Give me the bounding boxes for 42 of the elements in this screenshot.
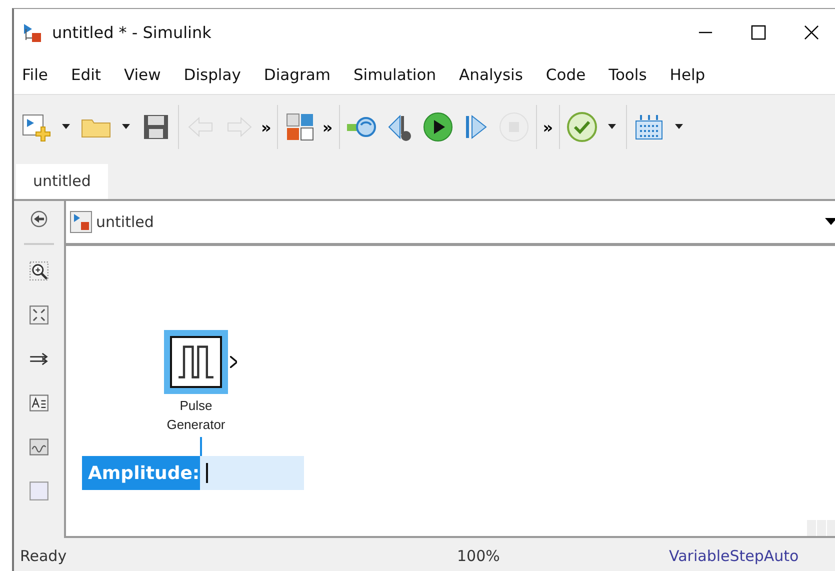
menu-item[interactable]: Analysis <box>459 66 523 84</box>
caret-icon[interactable] <box>62 124 70 130</box>
output-port-icon <box>230 356 237 368</box>
menu-item[interactable]: File <box>22 66 48 84</box>
annotation-icon[interactable] <box>29 393 49 413</box>
check-icon[interactable] <box>566 111 598 143</box>
caret-icon[interactable] <box>675 124 684 130</box>
parameter-input[interactable] <box>200 456 304 490</box>
menu-item[interactable]: Edit <box>70 66 101 84</box>
menu-item[interactable]: Help <box>670 66 706 84</box>
fit-view-icon[interactable] <box>29 305 49 325</box>
connector-line <box>200 437 202 456</box>
menu-item[interactable]: Tools <box>608 66 647 84</box>
image-icon[interactable] <box>29 437 49 457</box>
library-browser-icon[interactable] <box>284 111 316 143</box>
overflow-button[interactable]: » <box>542 118 554 136</box>
status-text: Ready <box>20 547 68 565</box>
back-icon[interactable] <box>29 209 49 229</box>
caret-icon[interactable] <box>122 124 130 130</box>
parameter-label: Amplitude: <box>82 456 200 490</box>
run-icon[interactable] <box>422 111 454 143</box>
maximize-icon[interactable] <box>751 25 766 40</box>
zoom-icon[interactable] <box>29 261 49 281</box>
model-icon <box>70 211 92 233</box>
overflow-button[interactable]: » <box>322 118 333 136</box>
menu-item[interactable]: Diagram <box>264 66 330 84</box>
model-tab[interactable]: untitled <box>16 164 108 199</box>
caret-icon[interactable] <box>608 124 616 130</box>
menu-item[interactable]: View <box>124 66 161 84</box>
block-name: Pulse Generator <box>166 397 226 434</box>
zoom-level: 100% <box>457 547 501 565</box>
window-title: untitled * - Simulink <box>52 23 212 42</box>
dropdown-icon[interactable] <box>825 218 835 226</box>
menu-item[interactable]: Display <box>184 66 241 84</box>
menu-item[interactable]: Simulation <box>353 66 436 84</box>
model-path[interactable]: untitled <box>96 213 154 231</box>
overflow-button[interactable]: » <box>261 118 272 136</box>
solver-link[interactable]: VariableStepAuto <box>669 547 799 565</box>
app-logo-icon <box>22 22 44 44</box>
resize-grip-icon[interactable] <box>807 520 835 536</box>
close-icon[interactable] <box>804 25 819 40</box>
menu-item[interactable]: Code <box>546 66 586 84</box>
